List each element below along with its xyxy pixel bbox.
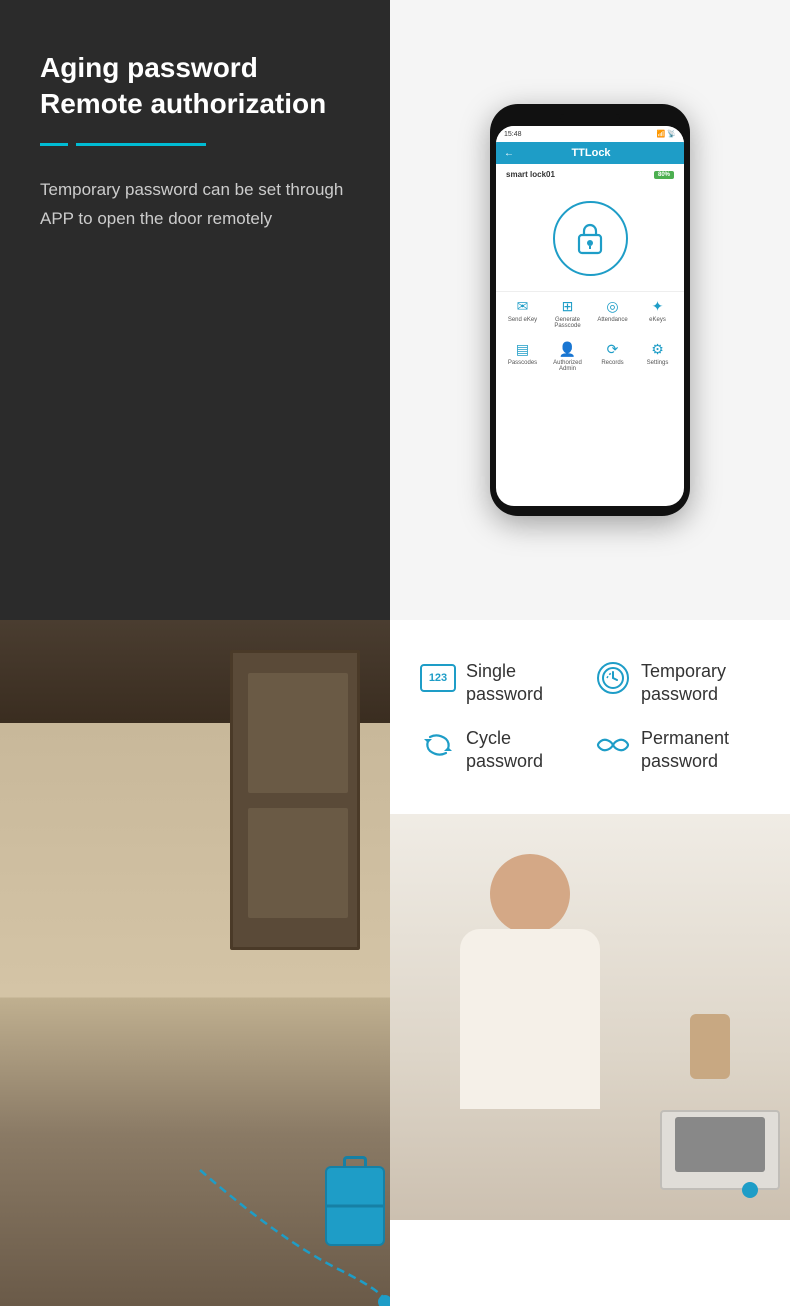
suitcase-stripe — [327, 1205, 383, 1208]
phone-notch — [560, 114, 620, 122]
generate-passcode-icon: ⊞ — [562, 298, 574, 315]
phone-icon-attendance[interactable]: ◎ Attendance — [593, 298, 633, 329]
phone-nav-title: TTLock — [520, 147, 662, 159]
attendance-icon: ◎ — [606, 298, 618, 315]
feature-temporary-password: Temporarypassword — [595, 660, 760, 707]
divider-long — [76, 143, 206, 146]
person-body — [460, 929, 600, 1109]
feature-single-password: 123 Singlepassword — [420, 660, 585, 707]
phone-icon-passcodes[interactable]: ▤ Passcodes — [503, 341, 543, 372]
bottom-right-section — [390, 814, 790, 1220]
feature-text-cycle: Cyclepassword — [466, 727, 543, 774]
divider — [40, 143, 350, 146]
feature-permanent-password: Permanentpassword — [595, 727, 760, 774]
records-icon: ⟳ — [607, 341, 619, 358]
phone-icon-generate-passcode[interactable]: ⊞ Generate Passcode — [548, 298, 588, 329]
phone-screen: 15:48 📶 📡 ← TTLock smart lock01 80% — [496, 126, 684, 506]
feature-text-permanent: Permanentpassword — [641, 727, 729, 774]
feature-text-single: Singlepassword — [466, 660, 543, 707]
divider-short — [40, 143, 68, 146]
records-label: Records — [601, 360, 623, 366]
phone-mockup: 15:48 📶 📡 ← TTLock smart lock01 80% — [490, 104, 690, 516]
features-section: 123 Singlepassword — [390, 620, 790, 814]
laptop-screen — [675, 1117, 765, 1172]
temporary-password-label: Temporarypassword — [641, 660, 726, 707]
feature-icon-permanent — [595, 727, 631, 763]
feature-text-temporary: Temporarypassword — [641, 660, 726, 707]
page-title: Aging passwordRemote authorization — [40, 50, 350, 123]
phone-nav-bar: ← TTLock — [496, 142, 684, 164]
generate-passcode-label: Generate Passcode — [548, 317, 588, 329]
device-name: smart lock01 — [506, 170, 555, 179]
page-wrapper: Aging passwordRemote authorization Tempo… — [0, 0, 790, 1306]
phone-icons-row-2: ▤ Passcodes 👤 Authorized Admin ⟳ Records — [496, 335, 684, 378]
right-combined: 123 Singlepassword — [390, 620, 790, 1306]
authorized-admin-label: Authorized Admin — [548, 360, 588, 372]
woman-door-image — [0, 620, 390, 1306]
battery-indicator: 80% — [654, 171, 674, 179]
phone-signals: 📶 📡 — [657, 130, 676, 138]
lock-icon-area[interactable] — [496, 181, 684, 291]
cycle-icon — [422, 729, 454, 761]
top-section: Aging passwordRemote authorization Tempo… — [0, 0, 790, 620]
phone-back-icon[interactable]: ← — [504, 148, 514, 159]
phone-icon-records[interactable]: ⟳ Records — [593, 341, 633, 372]
cycle-password-label: Cyclepassword — [466, 727, 543, 774]
feature-icon-temporary — [595, 660, 631, 696]
passcodes-icon: ▤ — [516, 341, 529, 358]
authorized-admin-icon: 👤 — [559, 341, 576, 358]
door-panel-top — [248, 673, 348, 793]
feature-cycle-password: Cyclepassword — [420, 727, 585, 774]
suitcase — [325, 1166, 385, 1246]
dashed-dot-svg — [730, 1170, 770, 1210]
door-panel-bottom — [248, 808, 348, 918]
settings-label: Settings — [647, 360, 669, 366]
phone-time: 15:48 — [504, 131, 522, 138]
door — [230, 650, 360, 950]
phone-device-row: smart lock01 80% — [496, 164, 684, 181]
bottom-combined: 123 Singlepassword — [0, 620, 790, 1306]
permanent-password-label: Permanentpassword — [641, 727, 729, 774]
feature-icon-cycle — [420, 727, 456, 763]
phone-icon-authorized-admin[interactable]: 👤 Authorized Admin — [548, 341, 588, 372]
phone-in-hand — [690, 1014, 730, 1079]
lock-circle-icon — [553, 201, 628, 276]
infinite-icon — [595, 731, 631, 759]
attendance-label: Attendance — [597, 317, 627, 323]
phone-icon-send-ekey[interactable]: ✉ Send eKey — [503, 298, 543, 329]
ekeys-label: eKeys — [649, 317, 666, 323]
suitcase-handle — [343, 1156, 367, 1168]
features-grid: 123 Singlepassword — [420, 660, 760, 774]
send-ekey-label: Send eKey — [508, 317, 537, 323]
ekeys-icon: ✦ — [652, 298, 664, 315]
passcodes-label: Passcodes — [508, 360, 537, 366]
phone-icons-row-1: ✉ Send eKey ⊞ Generate Passcode ◎ Attend… — [496, 291, 684, 335]
phone-status-bar: 15:48 📶 📡 — [496, 126, 684, 142]
phone-icon-settings[interactable]: ⚙ Settings — [638, 341, 678, 372]
send-ekey-icon: ✉ — [517, 298, 529, 315]
clock-icon — [597, 662, 629, 694]
feature-icon-single-password: 123 — [420, 660, 456, 696]
person-head — [490, 854, 570, 934]
123-icon: 123 — [420, 664, 456, 692]
description-text: Temporary password can be set through AP… — [40, 176, 350, 234]
single-password-label: Singlepassword — [466, 660, 543, 707]
right-panel-top: 15:48 📶 📡 ← TTLock smart lock01 80% — [390, 0, 790, 620]
left-panel: Aging passwordRemote authorization Tempo… — [0, 0, 390, 620]
settings-icon: ⚙ — [651, 341, 664, 358]
phone-icon-ekeys[interactable]: ✦ eKeys — [638, 298, 678, 329]
woman2-placeholder — [390, 814, 790, 1220]
